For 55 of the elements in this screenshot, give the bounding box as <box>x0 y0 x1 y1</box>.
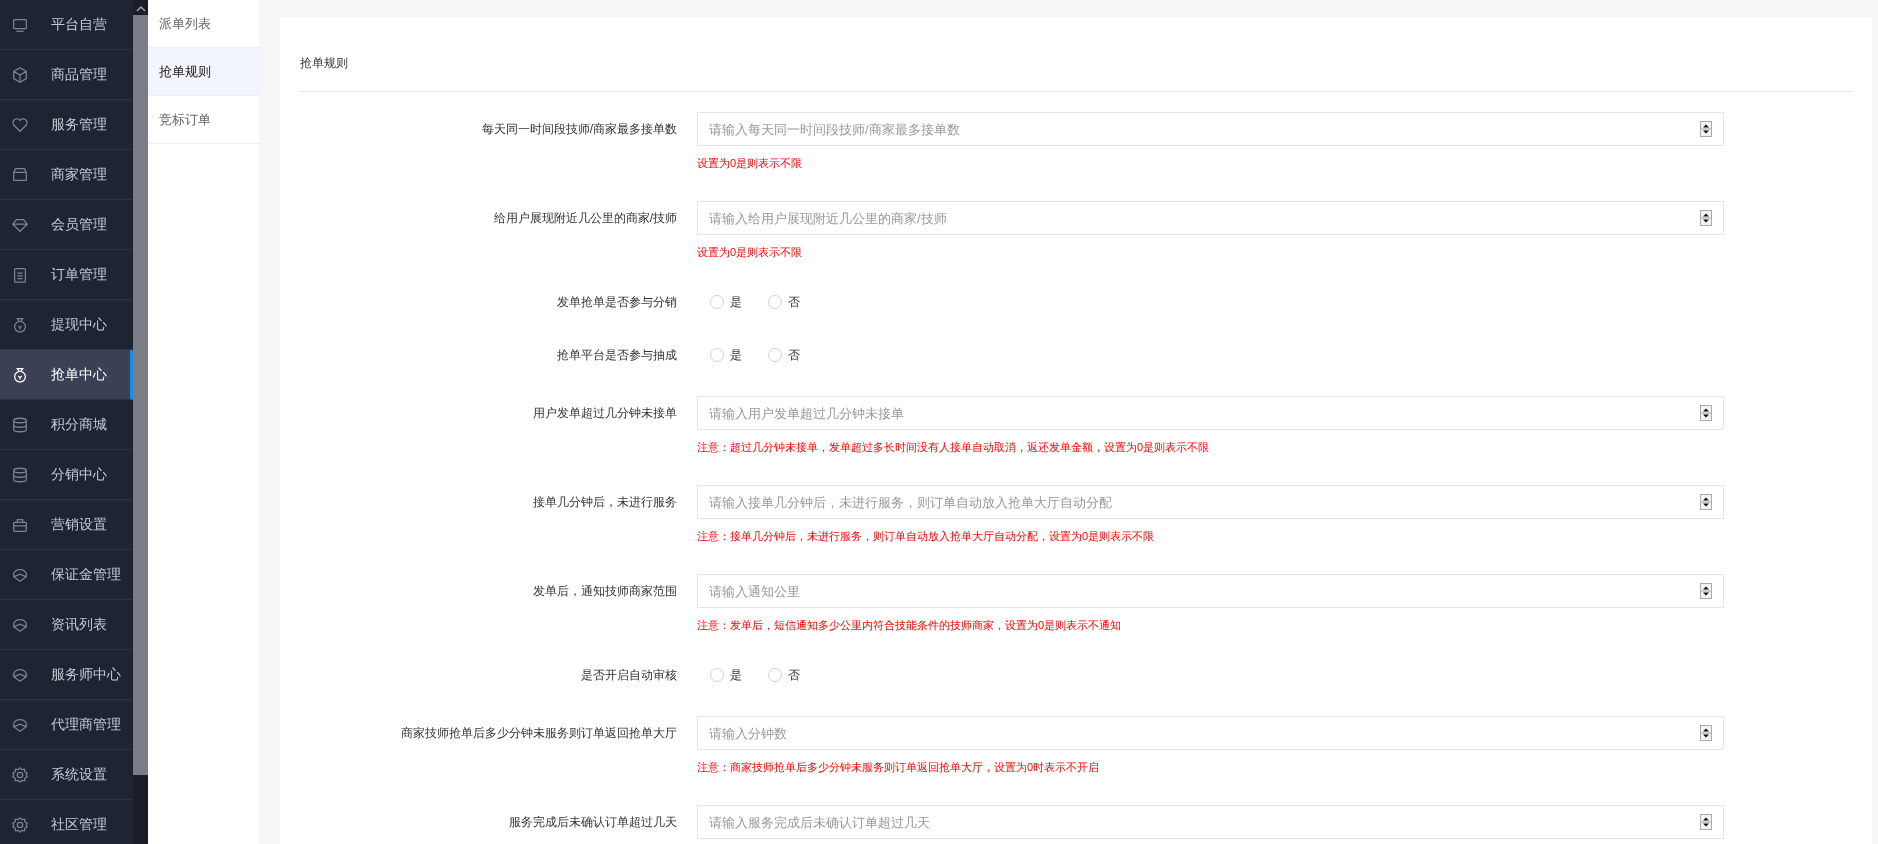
spinner-arrows-icon[interactable] <box>1700 210 1712 226</box>
money-bag-icon <box>11 315 29 334</box>
section-title: 抢单规则 <box>300 55 348 72</box>
submenu-item[interactable]: 抢单规则 <box>148 48 259 96</box>
radio-option[interactable]: 否 <box>768 666 800 684</box>
field-label: 每天同一时间段技师/商家最多接单数 <box>481 121 677 138</box>
database-icon <box>11 465 29 484</box>
field-label: 给用户展现附近几公里的商家/技师 <box>493 210 677 227</box>
radio-option[interactable]: 否 <box>768 293 800 311</box>
radio-button[interactable] <box>710 295 724 309</box>
hint-text: 注意：超过几分钟未接单，发单超过多长时间没有人接单自动取消，返还发单金额，设置为0是则表示不限 <box>697 440 1211 455</box>
spinner-arrows-icon[interactable] <box>1700 494 1712 510</box>
hint-text: 设置为0是则表示不限 <box>697 245 804 260</box>
radio-button[interactable] <box>710 348 724 362</box>
field-label: 发单抢单是否参与分销 <box>557 294 677 311</box>
field-label: 抢单平台是否参与抽成 <box>557 347 677 364</box>
field-label: 服务完成后未确认订单超过几天 <box>509 814 677 831</box>
spinner-arrows-icon[interactable] <box>1700 405 1712 421</box>
spinner-arrows-icon[interactable] <box>1700 583 1712 599</box>
radio-option[interactable]: 是 <box>710 346 742 364</box>
radio-option[interactable]: 是 <box>710 666 742 684</box>
hint-text: 注意：接单几分钟后，未进行服务，则订单自动放入抢单大厅自动分配，设置为0是则表示不限 <box>697 529 1156 544</box>
radio-button[interactable] <box>710 668 724 682</box>
spinner-arrows-icon[interactable] <box>1700 814 1712 830</box>
field-label: 是否开启自动审核 <box>581 667 677 684</box>
spinner-arrows-icon[interactable] <box>1700 725 1712 741</box>
money-bag-icon <box>11 365 29 384</box>
clipboard-icon <box>11 265 29 284</box>
store-icon <box>11 165 29 184</box>
number-input[interactable]: 请输入用户发单超过几分钟未接单 <box>697 396 1724 430</box>
field-label: 接单几分钟后，未进行服务 <box>533 494 677 511</box>
number-input[interactable]: 请输入分钟数 <box>697 716 1724 750</box>
field-label: 用户发单超过几分钟未接单 <box>533 405 677 422</box>
heart-icon <box>11 115 29 134</box>
sidebar-item[interactable]: 抢单中心 <box>0 350 133 400</box>
cube-icon <box>11 65 29 84</box>
settings-icon <box>11 815 29 834</box>
spinner-arrows-icon[interactable] <box>1700 121 1712 137</box>
field-label: 发单后，通知技师商家范围 <box>533 583 677 600</box>
number-input[interactable]: 请输入通知公里 <box>697 574 1724 608</box>
radio-button[interactable] <box>768 668 782 682</box>
database-icon <box>11 415 29 434</box>
radio-button[interactable] <box>768 348 782 362</box>
number-input[interactable]: 请输入接单几分钟后，未进行服务，则订单自动放入抢单大厅自动分配 <box>697 485 1724 519</box>
submenu-item[interactable]: 竞标订单 <box>148 96 259 144</box>
settings-icon <box>11 765 29 784</box>
number-input[interactable]: 请输入给用户展现附近几公里的商家/技师 <box>697 201 1724 235</box>
radio-button[interactable] <box>768 295 782 309</box>
number-input[interactable]: 请输入服务完成后未确认订单超过几天 <box>697 805 1724 839</box>
hint-text: 注意：发单后，短信通知多少公里内符合技能条件的技师商家，设置为0是则表示不通知 <box>697 618 1123 633</box>
radio-option[interactable]: 是 <box>710 293 742 311</box>
hint-text: 注意：商家技师抢单后多少分钟未服务则订单返回抢单大厅，设置为0时表示不开启 <box>697 760 1101 775</box>
hint-text: 设置为0是则表示不限 <box>697 156 804 171</box>
radio-option[interactable]: 否 <box>768 346 800 364</box>
field-label: 商家技师抢单后多少分钟未服务则订单返回抢单大厅 <box>401 725 677 742</box>
